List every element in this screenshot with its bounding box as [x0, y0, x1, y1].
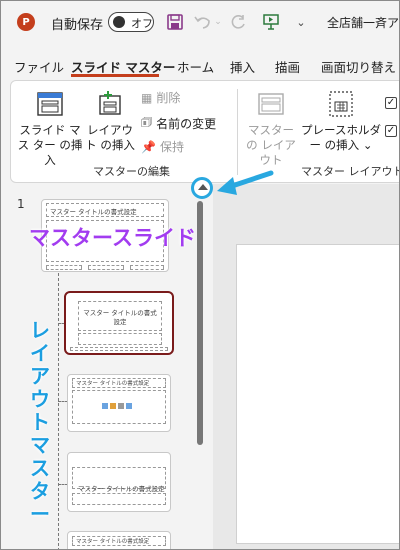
group-label-master-layout: マスター レイアウト	[301, 165, 400, 178]
thumb-date-placeholder	[46, 265, 82, 270]
tab-draw[interactable]: 描画	[275, 57, 300, 76]
autosave-label: 自動保存	[51, 18, 104, 33]
footer-checkbox[interactable]: ✓	[385, 125, 397, 137]
powerpoint-logo-icon: P	[17, 13, 35, 31]
tab-home[interactable]: ホーム	[177, 57, 214, 76]
insert-placeholder-label: プレースホルダー の挿入 ⌄	[301, 123, 381, 152]
title-bar: P 自動保存 オフ ⌄ ⌄ 全店舗一斉アン	[1, 1, 399, 45]
slide-master-icon	[17, 87, 83, 121]
delete-icon: ▦	[141, 90, 153, 105]
group-separator	[237, 89, 238, 175]
active-tab-underline	[71, 74, 159, 77]
layout-tree-line	[58, 273, 59, 549]
callout-arrow-icon	[217, 170, 274, 195]
scroll-up-button[interactable]	[191, 177, 213, 199]
thumb-title-text: マスター タイトルの書式設定	[76, 381, 150, 387]
pin-icon: 📌	[141, 139, 156, 154]
master-slide-annotation: マスタースライド	[29, 226, 196, 250]
tab-insert[interactable]: 挿入	[230, 57, 255, 76]
preserve-button[interactable]: 📌 保持	[141, 138, 184, 155]
layout-thumbnail[interactable]: マスター タイトルの書式設定	[67, 374, 171, 432]
toggle-knob	[113, 16, 125, 28]
ribbon-panel: スライド マス ター の挿入 レイアウト の挿入 ▦ 削除 🗊 名前の変更 📌 保持 …	[10, 80, 400, 183]
customize-qat-icon[interactable]: ⌄	[291, 11, 311, 33]
content-icons	[102, 403, 142, 413]
arrow-up-icon	[198, 184, 208, 190]
insert-slide-master-label: スライド マス ター の挿入	[17, 123, 83, 167]
master-layout-button[interactable]: マスターの レイアウト	[243, 87, 299, 168]
title-checkbox[interactable]: ✓	[385, 97, 397, 109]
rename-button[interactable]: 🗊 名前の変更	[141, 113, 216, 134]
tab-transitions[interactable]: 画面切り替え	[321, 57, 396, 76]
thumb-subtitle-placeholder	[78, 333, 162, 345]
rename-icon: 🗊	[141, 115, 153, 129]
layout-thumbnail[interactable]: マスター タイトルの書式設定	[67, 531, 171, 549]
toggle-state: オフ	[131, 17, 153, 30]
ribbon-tabs: ファイル スライド マスター ホーム 挿入 描画 画面切り替え	[1, 51, 399, 79]
thumb-text-placeholder	[72, 493, 166, 505]
preserve-label: 保持	[159, 140, 184, 154]
autosave-toggle[interactable]: オフ	[108, 12, 154, 32]
layout-master-annotation: レイアウトマスター	[30, 318, 50, 526]
thumb-title-text: マスター タイトルの書式設定	[50, 208, 137, 216]
group-label-edit-master: マスターの編集	[93, 165, 170, 178]
insert-slide-master-button[interactable]: スライド マス ター の挿入	[17, 87, 83, 168]
delete-label: 削除	[156, 91, 181, 105]
scrollbar-thumb[interactable]	[197, 201, 203, 445]
redo-icon[interactable]	[229, 11, 249, 33]
powerpoint-window: P 自動保存 オフ ⌄ ⌄ 全店舗一斉アン ファイル スライド マスター ホーム…	[0, 0, 400, 550]
slideshow-icon[interactable]	[261, 11, 281, 33]
thumb-number-placeholder	[130, 265, 164, 270]
insert-layout-icon	[83, 87, 137, 121]
insert-layout-button[interactable]: レイアウト の挿入	[83, 87, 137, 153]
thumb-footer-placeholder	[88, 265, 124, 270]
thumb-footer-placeholder	[70, 347, 168, 351]
rename-label: 名前の変更	[156, 117, 217, 131]
thumb-title-text: マスター タイトルの書式 設定	[83, 309, 157, 326]
undo-icon[interactable]	[193, 11, 213, 33]
insert-placeholder-button[interactable]: プレースホルダー の挿入 ⌄	[299, 87, 383, 153]
layout-thumbnail[interactable]: マスター タイトルの書式設定	[67, 452, 171, 512]
tab-file[interactable]: ファイル	[14, 57, 64, 76]
save-icon[interactable]	[165, 11, 185, 33]
undo-dropdown-icon[interactable]: ⌄	[213, 11, 223, 33]
master-layout-label: マスターの レイアウト	[246, 123, 296, 167]
thumb-title-text: マスター タイトルの書式設定	[78, 485, 165, 493]
insert-layout-label: レイアウト の挿入	[85, 123, 135, 152]
master-layout-icon	[243, 87, 299, 121]
delete-button[interactable]: ▦ 削除	[141, 89, 180, 106]
placeholder-icon	[299, 87, 383, 121]
document-title: 全店舗一斉アン	[327, 16, 399, 30]
layout-thumbnail-selected[interactable]: マスター タイトルの書式 設定	[64, 291, 174, 355]
slide-canvas[interactable]	[236, 244, 399, 544]
thumb-title-text: マスター タイトルの書式設定	[76, 539, 150, 545]
slide-number: 1	[17, 197, 25, 211]
